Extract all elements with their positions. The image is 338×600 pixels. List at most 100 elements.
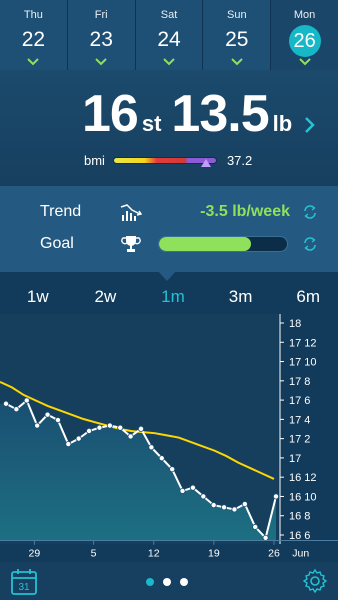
y-tick-label: 17 6 (289, 395, 310, 407)
weight-point (210, 502, 217, 509)
page-dot[interactable] (180, 578, 188, 586)
gear-icon[interactable] (302, 568, 328, 594)
bmi-row: bmi 37.2 (84, 153, 252, 168)
tab-3m[interactable]: 3m (203, 282, 271, 314)
weight-stones: 16 (82, 85, 139, 143)
y-tick-label: 17 10 (289, 357, 317, 369)
calendar-icon[interactable]: 31 (10, 568, 38, 596)
bmi-value: 37.2 (226, 153, 253, 168)
date-dow: Mon (293, 9, 316, 21)
weight-point (179, 487, 186, 494)
y-tick-label: 16 10 (289, 491, 317, 503)
weight-pounds-unit: lb (272, 111, 293, 136)
x-axis: 29 5 12 19 26 Jun (0, 540, 338, 559)
bmi-label: bmi (84, 153, 105, 168)
date-dow: Fri (94, 9, 108, 21)
date-day: 22 (21, 28, 46, 51)
weight-point (200, 493, 207, 500)
date-cell-sun[interactable]: Sun 25 (203, 0, 272, 70)
weight-chart[interactable]: 18 17 12 17 10 17 8 17 6 17 4 17 2 17 16 12 16 10… (0, 314, 338, 544)
x-tick-label: 12 (148, 547, 160, 559)
weight-pounds: 13.5 (171, 85, 269, 143)
weight-point (189, 484, 196, 491)
chevron-down-icon (163, 58, 175, 66)
weight-point (241, 501, 248, 508)
page-dot[interactable] (163, 578, 171, 586)
chevron-down-icon (231, 58, 243, 66)
chevron-down-icon (27, 58, 40, 66)
sync-icon[interactable] (302, 204, 318, 220)
x-tick-label: 5 (91, 547, 97, 559)
weight-point (65, 441, 72, 448)
bottom-bar: 31 (0, 562, 338, 600)
goal-row[interactable]: Goal (0, 229, 338, 259)
tab-6m[interactable]: 6m (270, 282, 338, 314)
weight-point (13, 406, 20, 413)
weight-point (117, 424, 124, 431)
date-cell-mon-selected[interactable]: Mon 26 (271, 0, 338, 70)
trend-label: Trend (40, 203, 82, 220)
sync-icon[interactable] (302, 236, 318, 252)
goal-progress-bar (158, 236, 288, 252)
trophy-icon (121, 236, 141, 252)
weight-point (158, 455, 165, 462)
date-day: 25 (225, 28, 249, 51)
trend-value: -3.5 lb/week (200, 203, 290, 220)
chevron-down-icon (95, 58, 107, 66)
weight-stones-unit: st (141, 111, 162, 136)
trend-goal-panel: Trend -3.5 lb/week Goal (0, 186, 338, 272)
tab-1m[interactable]: 1m (135, 282, 203, 314)
y-tick-label: 17 2 (289, 434, 310, 446)
x-tick-label: 19 (208, 547, 220, 559)
weight-point (106, 422, 113, 429)
y-tick-label: 17 8 (289, 376, 310, 388)
date-day: 24 (157, 28, 181, 51)
chevron-down-icon (298, 58, 311, 66)
weight-point (75, 435, 82, 442)
goal-label: Goal (40, 235, 74, 252)
bmi-marker (201, 159, 212, 167)
y-tick-label: 16 8 (289, 511, 310, 523)
trend-row[interactable]: Trend -3.5 lb/week (0, 197, 338, 227)
date-cell-fri[interactable]: Fri 23 (68, 0, 136, 70)
date-cell-thu[interactable]: Thu 22 (0, 0, 68, 70)
tab-2w[interactable]: 2w (68, 282, 136, 314)
weight-point (3, 400, 9, 407)
weight-point (54, 417, 61, 424)
svg-text:31: 31 (18, 582, 30, 593)
y-tick-label: 16 12 (289, 472, 317, 484)
bmi-scale-bar (112, 157, 217, 167)
weight-point (272, 493, 279, 500)
weight-point (44, 411, 51, 418)
date-cell-sat[interactable]: Sat 24 (136, 0, 204, 70)
goal-progress-fill (159, 237, 252, 251)
weight-reading: 16 st 13.5 lb (82, 84, 302, 144)
date-dow: Thu (23, 9, 43, 21)
weight-point (127, 433, 134, 440)
weight-point (231, 506, 238, 513)
y-tick-label: 17 12 (289, 337, 317, 349)
weight-point (23, 397, 30, 404)
weight-point (252, 523, 259, 530)
weight-point (86, 428, 93, 435)
weight-panel[interactable]: 16 st 13.5 lb bmi 37.2 (0, 70, 338, 186)
date-strip: Thu 22 Fri 23 Sat 24 Sun 25 Mon 26 (0, 0, 338, 70)
chevron-right-icon[interactable] (304, 116, 316, 134)
weight-point (34, 422, 41, 429)
y-tick-label: 18 (289, 318, 301, 330)
date-dow: Sat (160, 9, 178, 21)
page-dots (146, 578, 188, 586)
date-day: 23 (89, 28, 113, 51)
y-tick-label: 17 (289, 453, 301, 465)
weight-point (96, 424, 103, 431)
tab-1w[interactable]: 1w (0, 282, 68, 314)
range-tabs: 1w 2w 1m 3m 6m (0, 282, 338, 314)
weight-point (221, 504, 228, 511)
weight-point (137, 425, 144, 432)
weight-point (169, 466, 176, 473)
date-dow: Sun (227, 9, 247, 21)
page-dot[interactable] (146, 578, 154, 586)
date-day-selected: 26 (288, 25, 321, 57)
trend-chart-icon (120, 204, 142, 221)
y-tick-label: 17 4 (289, 414, 310, 426)
